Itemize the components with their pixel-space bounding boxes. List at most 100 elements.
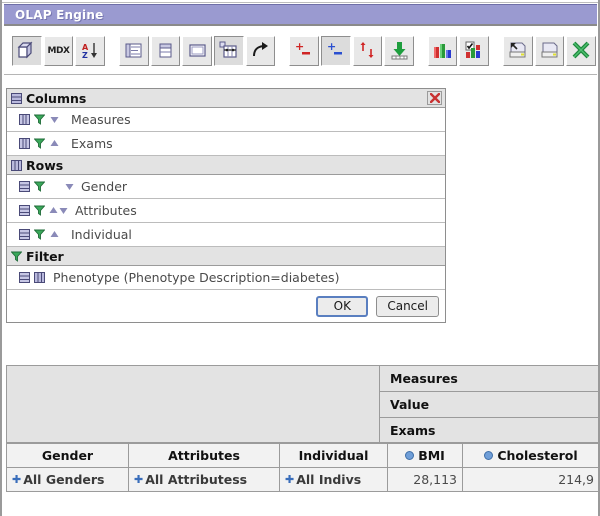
column-header-cholesterol-label: Cholesterol [497,448,578,463]
query-item-attributes[interactable]: Attributes [7,199,445,223]
query-item-label: Exams [71,136,113,151]
hierarchy-icon[interactable] [19,272,30,283]
cell-bmi-value[interactable]: 28,113 [387,467,463,492]
filter-funnel-icon[interactable] [33,205,46,216]
cell-cholesterol-value[interactable]: 214,9 [462,467,598,492]
cell-individual-label: All Indivs [296,472,362,487]
filter-funnel-icon[interactable] [33,114,46,125]
sort-both-icon[interactable] [49,205,69,216]
sort-asc-icon[interactable] [49,138,60,149]
bar-chart-icon [433,41,452,60]
query-item-icons [19,114,65,125]
hierarchy-icon[interactable] [19,181,30,192]
results-column-headers: Measures Value Exams [379,365,598,443]
column-header-bmi[interactable]: BMI [387,443,463,468]
sort-desc-icon[interactable] [49,114,60,125]
hierarchy-icon[interactable] [19,205,30,216]
query-item-measures[interactable]: Measures [7,108,445,132]
dimension-icon[interactable] [34,272,45,283]
swap-axes-button[interactable] [213,35,244,66]
query-item-icons [19,181,75,192]
cell-gender-label: All Genders [23,472,105,487]
drill-member-icon: + [294,40,313,60]
sort-asc-icon[interactable] [49,229,60,240]
filter-section-title: Filter [26,248,64,264]
query-item-phenotype[interactable]: Phenotype (Phenotype Description=diabete… [7,266,445,290]
cell-individual[interactable]: ✚ All Indivs [279,467,388,492]
sort-desc-icon[interactable] [64,181,75,192]
query-item-individual[interactable]: Individual [7,223,445,247]
dimension-icon[interactable] [19,138,30,149]
sort-button[interactable]: A Z [75,35,105,66]
query-item-exams[interactable]: Exams [7,132,445,156]
cell-gender[interactable]: ✚ All Genders [6,467,129,492]
cell-attributes[interactable]: ✚ All Attributess [128,467,280,492]
column-axis-header-value[interactable]: Value [379,391,598,417]
chart-config-icon [465,41,484,60]
hide-spans-button[interactable] [118,35,149,66]
table-row: ✚ All Genders ✚ All Attributess ✚ All In… [6,467,598,492]
results-column-axis: Measures Value Exams [6,365,598,443]
query-item-label: Gender [81,179,128,194]
filter-funnel-icon [10,251,23,262]
show-empty-button[interactable] [182,35,212,66]
hierarchy-icon[interactable] [19,229,30,240]
drill-replace-button[interactable] [352,35,383,66]
print-setup-button[interactable] [502,35,533,66]
window-titlebar: OLAP Engine [4,4,597,26]
window-top-edge [2,0,598,3]
close-icon [429,93,440,103]
print-button[interactable] [534,35,565,66]
filter-funnel-icon[interactable] [33,138,46,149]
expand-plus-icon[interactable]: ✚ [285,474,294,485]
suppress-empty-button[interactable] [150,35,181,66]
print-setup-icon [508,41,527,60]
query-item-icons [19,138,65,149]
columns-section-title: Columns [26,90,87,106]
main-toolbar: MDX A Z + + [4,27,597,75]
drill-member-button[interactable]: + [289,35,319,66]
rows-section-title: Rows [26,157,64,173]
column-axis-header-measures[interactable]: Measures [379,365,598,391]
drill-position-button[interactable]: + [320,35,351,66]
dimension-icon[interactable] [19,114,30,125]
drill-down-button[interactable] [384,35,414,66]
expand-plus-icon[interactable]: ✚ [12,474,21,485]
column-axis-header-exams[interactable]: Exams [379,417,598,443]
filter-funnel-icon[interactable] [33,181,46,192]
drill-replace-icon [358,41,377,60]
column-header-cholesterol[interactable]: Cholesterol [462,443,598,468]
ok-button[interactable]: OK [316,295,369,317]
close-panel-button[interactable] [427,91,442,105]
chart-button[interactable] [427,35,458,66]
export-excel-button[interactable] [566,35,597,66]
drill-through-button[interactable] [245,35,276,66]
excel-icon [572,41,591,60]
column-header-individual[interactable]: Individual [279,443,388,468]
query-item-gender[interactable]: Gender [7,175,445,199]
measure-dot-icon [405,451,415,460]
hide-spans-icon [124,41,143,60]
svg-text:+: + [327,41,336,53]
rows-section-header[interactable]: Rows [7,156,445,175]
cube-button[interactable] [11,35,42,66]
chart-config-button[interactable] [459,35,490,66]
column-header-gender[interactable]: Gender [6,443,129,468]
cube-icon [17,41,36,60]
olap-engine-window: OLAP Engine MDX A Z + + Columns Measures… [0,0,600,516]
expand-plus-icon[interactable]: ✚ [134,474,143,485]
mdx-button[interactable]: MDX [43,35,74,66]
cancel-button[interactable]: Cancel [376,295,439,317]
cell-attributes-label: All Attributess [145,472,248,487]
columns-section-header[interactable]: Columns [7,89,445,108]
table-header-row: Gender Attributes Individual BMI Cholest… [6,443,598,468]
filter-section-header[interactable]: Filter [7,247,445,266]
results-table: Gender Attributes Individual BMI Cholest… [6,443,598,492]
query-item-icons [19,229,65,240]
query-item-label: Phenotype (Phenotype Description=diabete… [53,270,340,285]
results-grid: Measures Value Exams Gender Attributes I… [6,365,598,513]
column-header-bmi-label: BMI [418,448,445,463]
column-header-attributes[interactable]: Attributes [128,443,280,468]
curved-arrow-icon [251,41,270,60]
filter-funnel-icon[interactable] [33,229,46,240]
